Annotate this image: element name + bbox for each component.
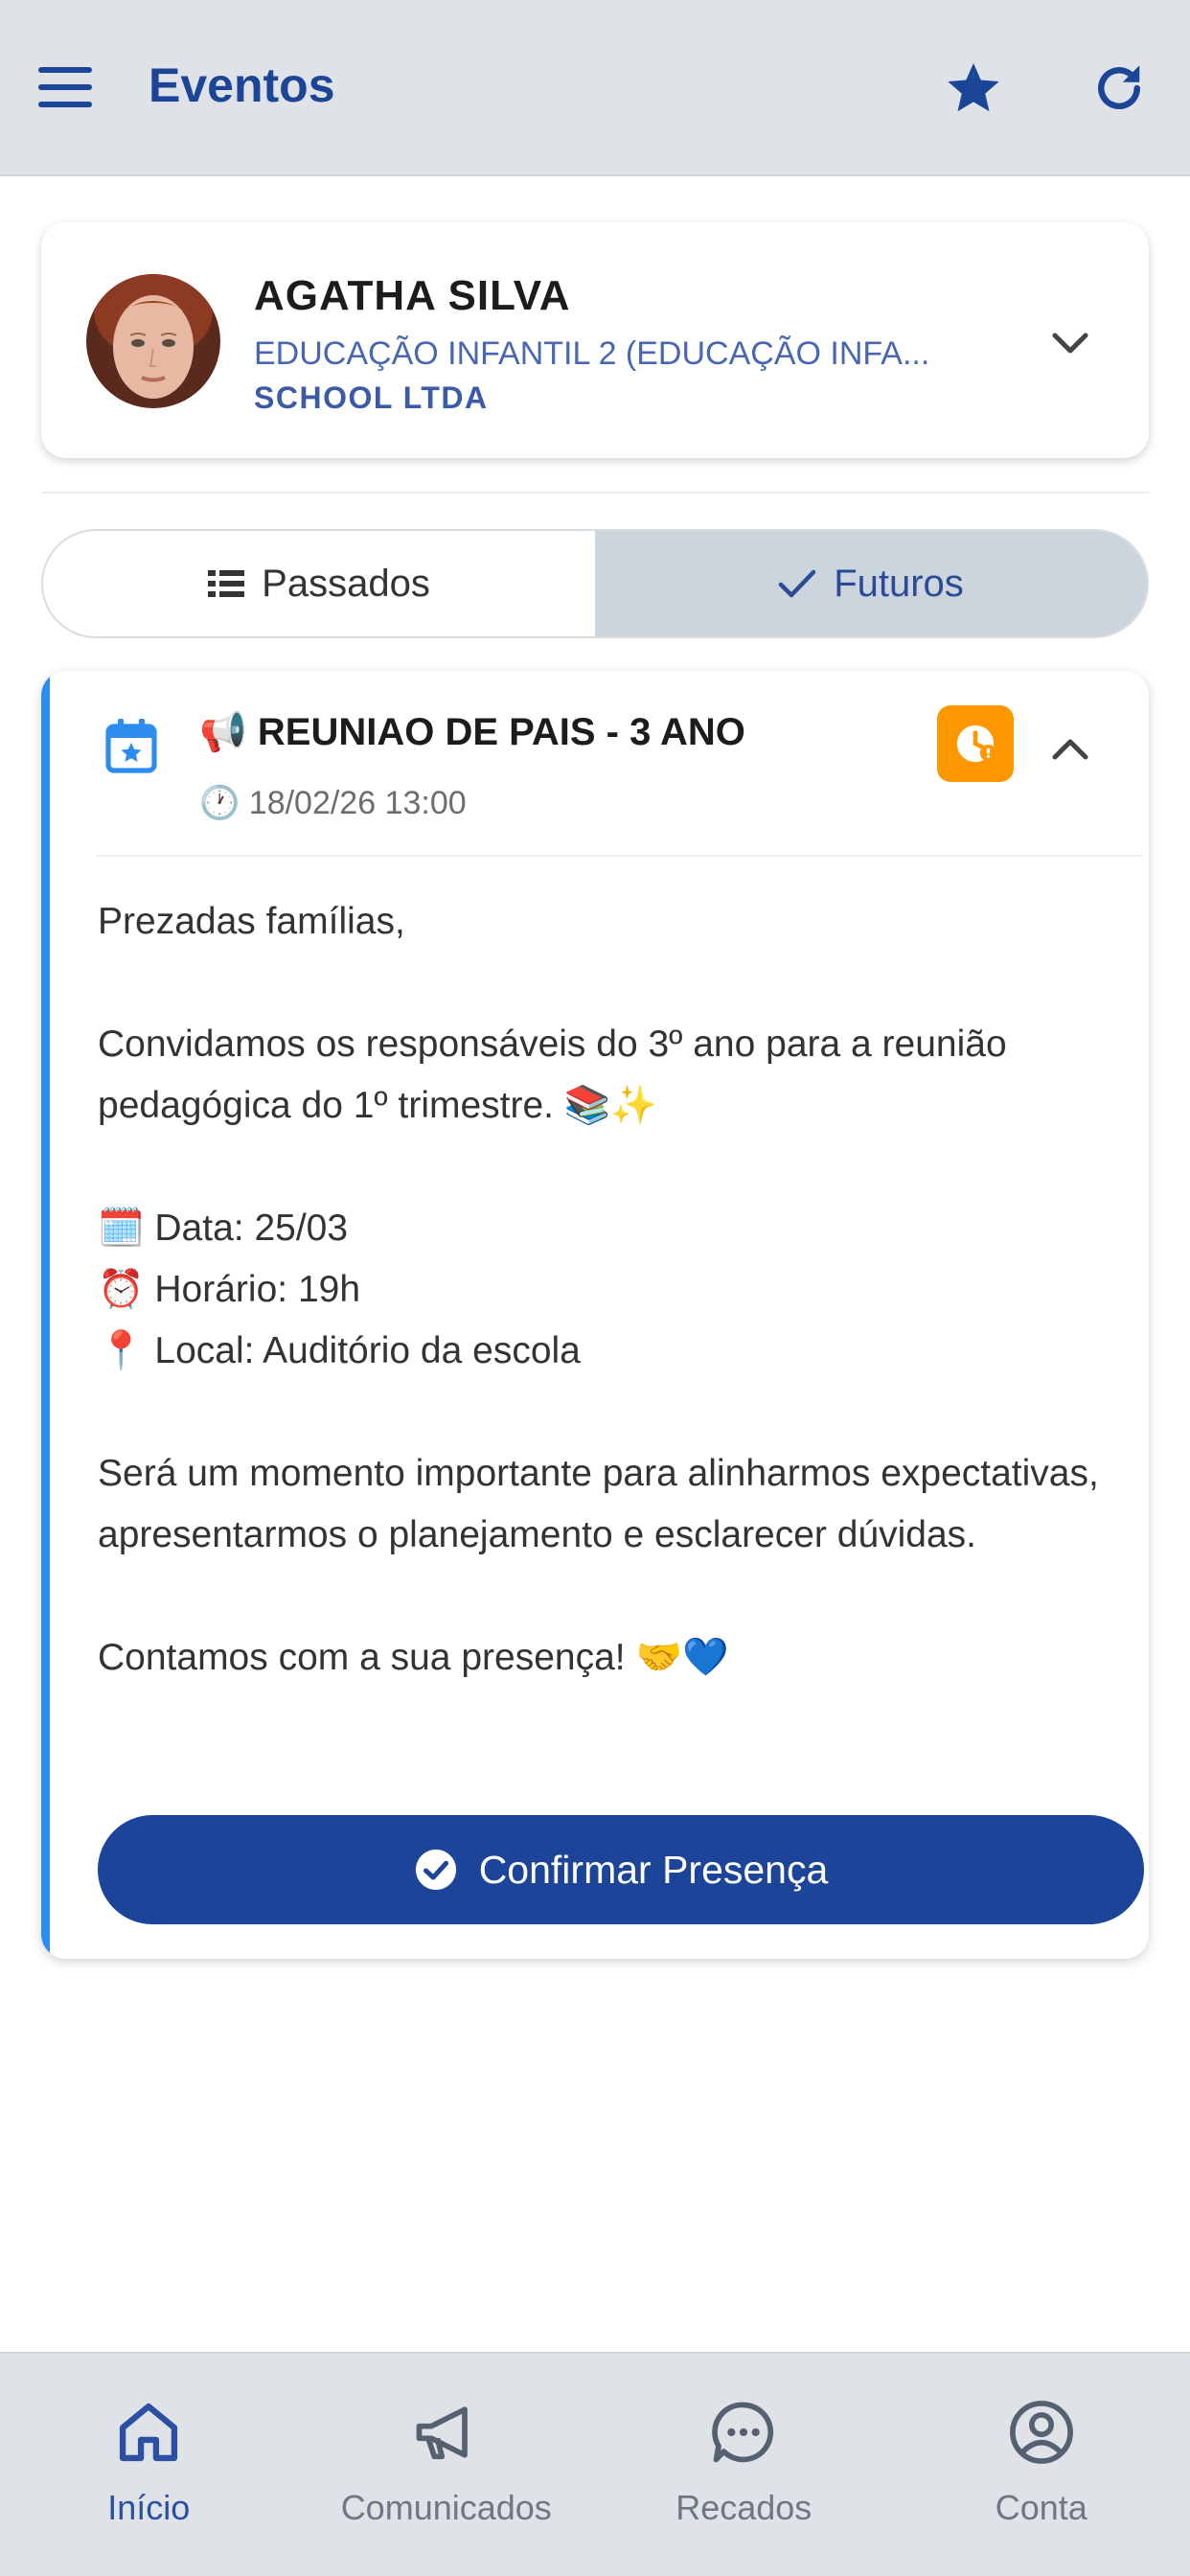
event-description: Prezadas famílias, Convidamos os respons… <box>98 891 1133 1689</box>
event-paragraph: Será um momento importante para alinharm… <box>98 1453 1110 1555</box>
nav-label-announcements: Comunicados <box>340 2488 552 2527</box>
tab-past-label: Passados <box>262 562 430 605</box>
student-school: SCHOOL LTDA <box>254 380 489 415</box>
event-period-tabs: Passados Futuros <box>41 529 1149 638</box>
calendar-star-icon <box>105 719 157 773</box>
tab-past[interactable]: Passados <box>43 531 595 636</box>
nav-item-home[interactable]: Início <box>0 2354 298 2576</box>
event-paragraph: Prezadas famílias, <box>98 901 405 942</box>
student-selector-card[interactable]: AGATHA SILVA EDUCAÇÃO INFANTIL 2 (EDUCAÇ… <box>41 222 1149 458</box>
event-card: 📢 REUNIAO DE PAIS - 3 ANO 🕐 18/02/26 13:… <box>41 671 1149 1959</box>
home-icon <box>120 2403 178 2462</box>
nav-item-announcements[interactable]: Comunicados <box>298 2354 596 2576</box>
nav-item-account[interactable]: Conta <box>893 2354 1190 2576</box>
chat-icon <box>712 2402 774 2463</box>
check-circle-icon <box>415 1849 456 1891</box>
confirm-attendance-label: Confirmar Presença <box>478 1847 829 1892</box>
nav-label-account: Conta <box>995 2488 1087 2527</box>
avatar <box>86 274 220 408</box>
section-divider <box>41 492 1149 494</box>
event-accent-bar <box>41 671 50 1959</box>
event-paragraph: Convidamos os responsáveis do 3º ano par… <box>98 1024 1018 1126</box>
pending-status-badge <box>937 705 1014 782</box>
chevron-up-icon[interactable] <box>1049 734 1091 763</box>
confirm-attendance-button[interactable]: Confirmar Presença <box>98 1815 1144 1924</box>
menu-icon[interactable] <box>38 67 96 109</box>
check-icon <box>778 569 816 598</box>
student-name: AGATHA SILVA <box>254 272 571 319</box>
refresh-icon[interactable] <box>1090 59 1148 117</box>
account-icon <box>1009 2401 1073 2464</box>
event-title: 📢 REUNIAO DE PAIS - 3 ANO <box>199 711 745 753</box>
tab-future-label: Futuros <box>834 562 964 605</box>
top-app-bar: Eventos <box>0 0 1190 176</box>
star-icon[interactable] <box>943 58 1004 119</box>
event-paragraph: Contamos com a sua presença! 🤝💙 <box>98 1637 729 1678</box>
event-paragraph: 🗓️ Data: 25/03 ⏰ Horário: 19h 📍 Local: A… <box>98 1208 581 1371</box>
nav-label-home: Início <box>107 2488 191 2527</box>
page-title: Eventos <box>149 58 335 112</box>
event-datetime: 🕐 18/02/26 13:00 <box>199 785 467 821</box>
event-divider <box>97 855 1143 857</box>
tab-future[interactable]: Futuros <box>595 531 1147 636</box>
bottom-navigation: Início Comunicados Recados Conta <box>0 2352 1190 2576</box>
nav-item-messages[interactable]: Recados <box>595 2354 893 2576</box>
list-icon <box>208 570 245 597</box>
chevron-down-icon[interactable] <box>1049 330 1091 358</box>
nav-label-messages: Recados <box>675 2488 812 2527</box>
clock-pending-icon <box>956 724 997 763</box>
student-class: EDUCAÇÃO INFANTIL 2 (EDUCAÇÃO INFA... <box>254 335 930 372</box>
megaphone-icon <box>416 2406 468 2460</box>
